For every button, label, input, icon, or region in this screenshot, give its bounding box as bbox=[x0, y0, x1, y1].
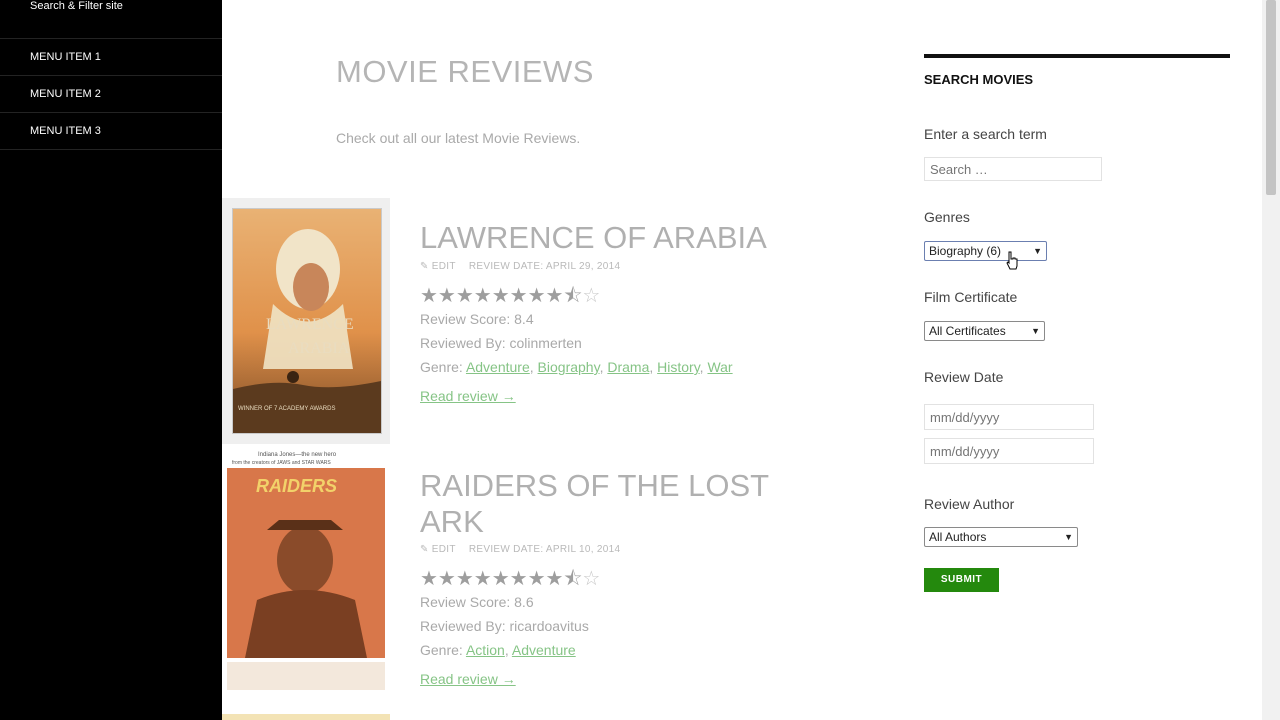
read-review-link[interactable]: Read review → bbox=[420, 388, 516, 404]
genre-label: Genre: bbox=[420, 642, 463, 658]
search-label: Enter a search term bbox=[924, 126, 1047, 142]
date-to-input[interactable] bbox=[924, 438, 1094, 464]
widget-divider bbox=[924, 54, 1230, 58]
page-intro: Check out all our latest Movie Reviews. bbox=[336, 130, 581, 146]
review-title[interactable]: LAWRENCE OF ARABIA bbox=[420, 220, 820, 256]
genre-link[interactable]: History bbox=[657, 359, 700, 375]
poster-tagline: from the creators of JAWS and STAR WARS bbox=[232, 460, 331, 466]
widget-title: SEARCH MOVIES bbox=[924, 72, 1034, 87]
sidebar-search-label[interactable]: Search & Filter site bbox=[0, 0, 222, 39]
page-title: MOVIE REVIEWS bbox=[336, 54, 594, 89]
review-meta: ✎ EDIT REVIEW DATE: APRIL 10, 2014 bbox=[420, 544, 620, 555]
genre-link[interactable]: Drama bbox=[607, 359, 649, 375]
genre-link[interactable]: War bbox=[707, 359, 732, 375]
date-from-input[interactable] bbox=[924, 404, 1094, 430]
genres-select[interactable]: Biography (6) ▼ bbox=[924, 241, 1047, 261]
empty-star-icon: ☆ bbox=[582, 568, 601, 590]
poster-raiders[interactable]: Indiana Jones—the new hero from the crea… bbox=[222, 446, 390, 694]
genre-link[interactable]: Adventure bbox=[512, 642, 576, 658]
review-item: Indiana Jones—the new hero from the crea… bbox=[222, 446, 882, 716]
review-score: Review Score: 8.6 bbox=[420, 594, 534, 610]
cursor-icon bbox=[1006, 251, 1018, 270]
half-star-icon: ⯪ bbox=[563, 285, 583, 307]
star-rating: ★★★★★★★★⯪☆ bbox=[420, 564, 600, 598]
review-title[interactable]: RAIDERS OF THE LOST ARK bbox=[420, 468, 780, 540]
genre-label: Genre: bbox=[420, 359, 463, 375]
main-content: MOVIE REVIEWS Check out all our latest M… bbox=[222, 0, 882, 720]
search-input[interactable] bbox=[924, 157, 1102, 181]
certificate-select-value: All Certificates bbox=[929, 324, 1006, 338]
genre-link[interactable]: Action bbox=[466, 642, 505, 658]
genre-link[interactable]: Biography bbox=[538, 359, 600, 375]
poster-title-text: ARABIA bbox=[288, 340, 350, 357]
author-select[interactable]: All Authors ▼ bbox=[924, 527, 1078, 547]
read-review-link[interactable]: Read review → bbox=[420, 671, 516, 687]
author-label: Review Author bbox=[924, 496, 1015, 512]
author-select-value: All Authors bbox=[929, 530, 987, 544]
star-icon: ★★★★★★★★ bbox=[420, 568, 564, 590]
review-meta: ✎ EDIT REVIEW DATE: APRIL 29, 2014 bbox=[420, 261, 620, 272]
genre-line: Genre: Action, Adventure bbox=[420, 642, 576, 658]
select-arrow-icon: ▼ bbox=[1033, 246, 1042, 256]
review-date: REVIEW DATE: APRIL 10, 2014 bbox=[468, 544, 621, 555]
edit-link[interactable]: ✎ EDIT bbox=[420, 544, 456, 555]
poster-tagline: Indiana Jones—the new hero bbox=[258, 452, 337, 458]
poster-title-text: RAIDERS bbox=[256, 476, 338, 496]
next-poster-edge bbox=[222, 714, 390, 720]
edit-link[interactable]: ✎ EDIT bbox=[420, 261, 456, 272]
review-date: REVIEW DATE: APRIL 29, 2014 bbox=[468, 261, 621, 272]
sidebar-item-menu-2[interactable]: MENU ITEM 2 bbox=[0, 76, 222, 113]
poster-lawrence[interactable]: LAWRENCE ARABIA WINNER OF 7 ACADEMY AWAR… bbox=[222, 198, 390, 444]
sidebar-item-menu-3[interactable]: MENU ITEM 3 bbox=[0, 113, 222, 150]
sidebar: Search & Filter site MENU ITEM 1 MENU IT… bbox=[0, 0, 222, 720]
genre-line: Genre: Adventure, Biography, Drama, Hist… bbox=[420, 359, 733, 375]
genres-select-value: Biography (6) bbox=[929, 244, 1002, 258]
pencil-icon: ✎ bbox=[420, 544, 429, 555]
poster-caption: WINNER OF 7 ACADEMY AWARDS bbox=[238, 406, 336, 412]
review-score: Review Score: 8.4 bbox=[420, 311, 534, 327]
review-item: LAWRENCE ARABIA WINNER OF 7 ACADEMY AWAR… bbox=[222, 198, 882, 444]
sidebar-item-menu-1[interactable]: MENU ITEM 1 bbox=[0, 39, 222, 76]
reviewed-by: Reviewed By: colinmerten bbox=[420, 335, 582, 351]
genres-label: Genres bbox=[924, 209, 970, 225]
submit-button[interactable]: SUBMIT bbox=[924, 568, 999, 592]
certificate-select[interactable]: All Certificates ▼ bbox=[924, 321, 1045, 341]
poster-title-text: LAWRENCE bbox=[266, 316, 354, 333]
search-widget: SEARCH MOVIES Enter a search term Genres… bbox=[924, 54, 1230, 592]
star-icon: ★★★★★★★★ bbox=[420, 285, 564, 307]
empty-star-icon: ☆ bbox=[582, 285, 601, 307]
scrollbar[interactable] bbox=[1262, 0, 1280, 720]
select-arrow-icon: ▼ bbox=[1064, 532, 1073, 542]
review-date-label: Review Date bbox=[924, 369, 1004, 385]
certificate-label: Film Certificate bbox=[924, 289, 1018, 305]
half-star-icon: ⯪ bbox=[563, 568, 583, 590]
select-arrow-icon: ▼ bbox=[1031, 326, 1040, 336]
genre-link[interactable]: Adventure bbox=[466, 359, 530, 375]
reviewed-by: Reviewed By: ricardoavitus bbox=[420, 618, 589, 634]
scrollbar-thumb[interactable] bbox=[1266, 0, 1276, 195]
pencil-icon: ✎ bbox=[420, 261, 429, 272]
star-rating: ★★★★★★★★⯪☆ bbox=[420, 281, 600, 315]
